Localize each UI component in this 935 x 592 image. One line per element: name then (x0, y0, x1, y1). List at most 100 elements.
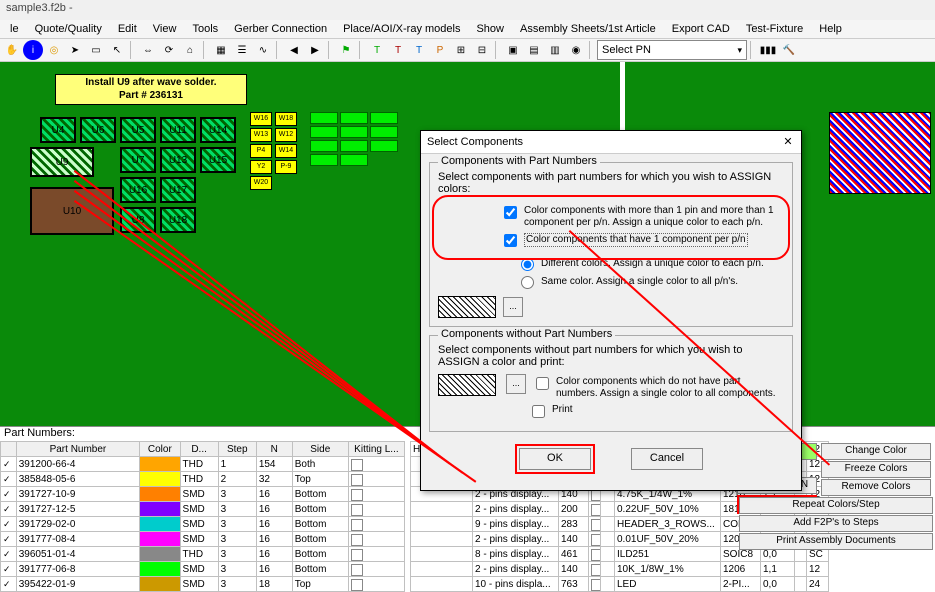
row-check[interactable] (1, 517, 17, 532)
pcb-component[interactable]: U10 (30, 187, 114, 235)
menu-export-cad[interactable]: Export CAD (666, 22, 736, 36)
cell-kitting[interactable] (348, 577, 404, 592)
tb-f1-icon[interactable]: ⊞ (451, 40, 471, 60)
pcb-passive[interactable] (340, 154, 368, 166)
cell[interactable] (589, 502, 601, 517)
pcb-component-u9[interactable]: U9 (30, 147, 94, 177)
pcb-passive[interactable] (370, 126, 398, 138)
cell-kitting[interactable] (348, 457, 404, 472)
cell-color[interactable] (140, 562, 180, 577)
grid-header[interactable]: Color (140, 442, 180, 457)
tb-box2-icon[interactable]: ▤ (524, 40, 544, 60)
cell-kitting[interactable] (348, 502, 404, 517)
grid-header[interactable]: Kitting L... (348, 442, 404, 457)
menu-help[interactable]: Help (813, 22, 848, 36)
print-assembly-button[interactable]: Print Assembly Documents (739, 533, 933, 550)
tb-barcode-icon[interactable]: ▮▮▮ (758, 40, 778, 60)
row-check[interactable] (1, 472, 17, 487)
pcb-small[interactable]: W18 (275, 112, 297, 126)
pcb-passive[interactable] (340, 112, 368, 124)
tb-arrow-icon[interactable]: ➤ (65, 40, 85, 60)
table-row[interactable]: 391777-06-8SMD316Bottom (1, 562, 405, 577)
grid-header[interactable]: Side (292, 442, 348, 457)
pcb-component[interactable]: U6 (80, 117, 116, 143)
pcb-small[interactable]: W20 (250, 176, 272, 190)
tb-prev-icon[interactable]: ◀ (284, 40, 304, 60)
cell[interactable] (589, 517, 601, 532)
grid-header[interactable]: Part Number (16, 442, 139, 457)
menu-quote-quality[interactable]: Quote/Quality (29, 22, 108, 36)
pcb-component[interactable]: U18 (160, 207, 196, 233)
table-row[interactable]: 391729-02-0SMD316Bottom (1, 517, 405, 532)
close-icon[interactable]: ✕ (779, 133, 797, 151)
rad-same-input[interactable] (521, 276, 534, 289)
tb-hammer-icon[interactable]: 🔨 (779, 40, 799, 60)
tb-flip-h-icon[interactable]: ⇔ (138, 40, 158, 60)
pcb-passive[interactable] (340, 140, 368, 152)
freeze-colors-button[interactable]: Freeze Colors (821, 461, 931, 478)
chk-no-pn-input[interactable] (536, 377, 549, 390)
remove-colors-button[interactable]: Remove Colors (821, 479, 931, 496)
repeat-colors-button[interactable]: Repeat Colors/Step (739, 497, 933, 514)
table-row[interactable]: 391727-12-5SMD316Bottom (1, 502, 405, 517)
tb-f2-icon[interactable]: ⊟ (472, 40, 492, 60)
tb-list-icon[interactable]: ☰ (232, 40, 252, 60)
pcb-passive[interactable] (310, 126, 338, 138)
change-color-button[interactable]: Change Color (821, 443, 931, 460)
cell-kitting[interactable] (348, 532, 404, 547)
grid-header[interactable] (1, 442, 17, 457)
pcb-passive[interactable] (370, 140, 398, 152)
pcb-small[interactable]: P-9 (275, 160, 297, 174)
pcb-component[interactable]: U13 (160, 147, 196, 173)
tb-t1-icon[interactable]: T (367, 40, 387, 60)
tb-box3-icon[interactable]: ▥ (545, 40, 565, 60)
add-f2p-button[interactable]: Add F2P's to Steps (739, 515, 933, 532)
cell-color[interactable] (140, 517, 180, 532)
pcb-small[interactable]: W13 (250, 128, 272, 142)
cell-kitting[interactable] (348, 517, 404, 532)
table-row[interactable]: 391727-10-9SMD316Bottom (1, 487, 405, 502)
pcb-component[interactable]: U5 (120, 117, 156, 143)
cell[interactable] (589, 532, 601, 547)
tb-next-icon[interactable]: ▶ (305, 40, 325, 60)
cell[interactable] (589, 562, 601, 577)
tb-wave-icon[interactable]: ∿ (253, 40, 273, 60)
pcb-passive[interactable] (370, 112, 398, 124)
grid-header[interactable]: Step (218, 442, 256, 457)
menu-place-aoi[interactable]: Place/AOI/X-ray models (337, 22, 466, 36)
pcb-component[interactable]: U7 (120, 147, 156, 173)
tb-hand-icon[interactable]: ✋ (2, 40, 22, 60)
cell-color[interactable] (140, 472, 180, 487)
pcb-small[interactable]: Y2 (250, 160, 272, 174)
table-row[interactable]: 396051-01-4THD316Bottom (1, 547, 405, 562)
row-check[interactable] (1, 577, 17, 592)
cell[interactable] (589, 577, 601, 592)
pcb-component[interactable]: U11 (160, 117, 196, 143)
menu-gerber[interactable]: Gerber Connection (228, 22, 333, 36)
cell-color[interactable] (140, 487, 180, 502)
menu-tools[interactable]: Tools (186, 22, 224, 36)
chk-print-input[interactable] (532, 405, 545, 418)
table-row[interactable]: 391777-08-4SMD316Bottom (1, 532, 405, 547)
cell-kitting[interactable] (348, 487, 404, 502)
row-check[interactable] (1, 502, 17, 517)
table-row[interactable]: 391200-66-4THD1154Both (1, 457, 405, 472)
cancel-button[interactable]: Cancel (631, 448, 703, 470)
table-row[interactable]: 10 - pins displa...763LED2-PI...0,024 (411, 577, 829, 592)
menu-edit[interactable]: Edit (112, 22, 143, 36)
cell-kitting[interactable] (348, 547, 404, 562)
swatch-browse-button[interactable]: ... (506, 374, 526, 394)
row-check[interactable] (1, 487, 17, 502)
tb-t3-icon[interactable]: T (409, 40, 429, 60)
table-row[interactable]: 385848-05-6THD232Top (1, 472, 405, 487)
tb-rotate-icon[interactable]: ⟳ (159, 40, 179, 60)
menu-le[interactable]: le (4, 22, 25, 36)
pcb-small[interactable]: W16 (250, 112, 272, 126)
ok-button[interactable]: OK (519, 448, 591, 470)
row-check[interactable] (1, 562, 17, 577)
cell-color[interactable] (140, 532, 180, 547)
part-number-grid[interactable]: Part NumberColorD...StepNSideKitting L..… (0, 441, 405, 592)
chk-multi-pin-input[interactable] (504, 206, 517, 219)
menu-test-fixture[interactable]: Test-Fixture (740, 22, 809, 36)
tb-home-icon[interactable]: ⌂ (180, 40, 200, 60)
